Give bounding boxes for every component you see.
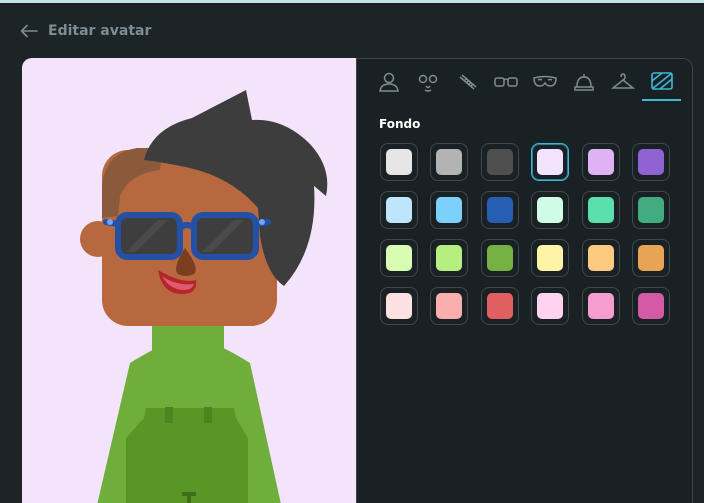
tab-clothing[interactable] [603, 63, 642, 101]
page-header: Editar avatar [20, 20, 151, 42]
tab-hair[interactable] [447, 63, 486, 101]
glasses-icon [493, 71, 519, 93]
color-swatch[interactable] [480, 239, 519, 277]
color-swatch-fill [587, 245, 614, 271]
color-swatch-fill [537, 245, 564, 271]
customization-panel: Fondo [356, 58, 693, 503]
color-swatch-fill [587, 149, 614, 175]
color-swatch-fill [436, 197, 463, 223]
color-swatch-fill [486, 197, 513, 223]
comb-icon [456, 71, 478, 93]
color-swatch[interactable] [430, 239, 469, 277]
back-arrow-icon[interactable] [20, 24, 38, 38]
color-swatch-fill [486, 293, 513, 319]
color-swatch[interactable] [430, 143, 469, 181]
color-swatch-fill [386, 197, 412, 223]
color-swatch-fill [386, 245, 412, 271]
tab-face[interactable] [408, 63, 447, 101]
tab-glasses[interactable] [486, 63, 525, 101]
color-swatch[interactable] [480, 191, 519, 229]
avatar-preview [22, 58, 357, 503]
color-swatch[interactable] [380, 143, 418, 181]
color-swatch[interactable] [380, 287, 418, 325]
color-swatch[interactable] [631, 143, 670, 181]
color-swatch-fill [587, 293, 614, 319]
color-swatch[interactable] [380, 239, 418, 277]
top-accent-strip [0, 0, 704, 3]
avatar-illustration [80, 90, 328, 503]
color-swatch-fill [637, 245, 664, 271]
color-swatch[interactable] [581, 191, 620, 229]
color-swatch[interactable] [581, 239, 620, 277]
tab-mask[interactable] [525, 63, 564, 101]
color-swatch-fill [386, 293, 412, 319]
color-swatch[interactable] [631, 287, 670, 325]
color-swatch[interactable] [531, 239, 570, 277]
color-swatch-fill [386, 149, 412, 175]
color-swatch[interactable] [480, 287, 519, 325]
color-swatch[interactable] [531, 191, 570, 229]
color-swatch-fill [537, 197, 564, 223]
background-color-grid [380, 143, 670, 325]
color-swatch-fill [637, 197, 664, 223]
color-swatch[interactable] [581, 287, 620, 325]
color-swatch[interactable] [430, 287, 469, 325]
color-swatch[interactable] [531, 143, 570, 181]
color-swatch-fill [537, 149, 564, 175]
face-features-icon [417, 71, 439, 93]
tab-hat[interactable] [564, 63, 603, 101]
color-swatch[interactable] [430, 191, 469, 229]
color-swatch[interactable] [480, 143, 519, 181]
page-title: Editar avatar [48, 23, 152, 39]
tab-background[interactable] [642, 63, 681, 101]
color-swatch-fill [436, 293, 463, 319]
hat-icon [573, 71, 595, 93]
tab-body[interactable] [369, 63, 408, 101]
color-swatch[interactable] [581, 143, 620, 181]
color-swatch-fill [637, 293, 664, 319]
color-swatch-fill [537, 293, 564, 319]
category-tabs [369, 63, 681, 103]
color-swatch-fill [587, 197, 614, 223]
color-swatch[interactable] [531, 287, 570, 325]
mask-icon [532, 71, 558, 93]
person-outline-icon [378, 71, 400, 93]
hanger-icon [610, 71, 635, 93]
color-swatch-fill [436, 149, 463, 175]
color-swatch-fill [486, 149, 513, 175]
background-frame-icon [650, 70, 674, 92]
color-swatch[interactable] [631, 239, 670, 277]
color-swatch-fill [486, 245, 513, 271]
color-swatch[interactable] [631, 191, 670, 229]
color-swatch-fill [637, 149, 664, 175]
color-swatch[interactable] [380, 191, 418, 229]
color-swatch-fill [436, 245, 463, 271]
section-title-background: Fondo [379, 117, 421, 131]
